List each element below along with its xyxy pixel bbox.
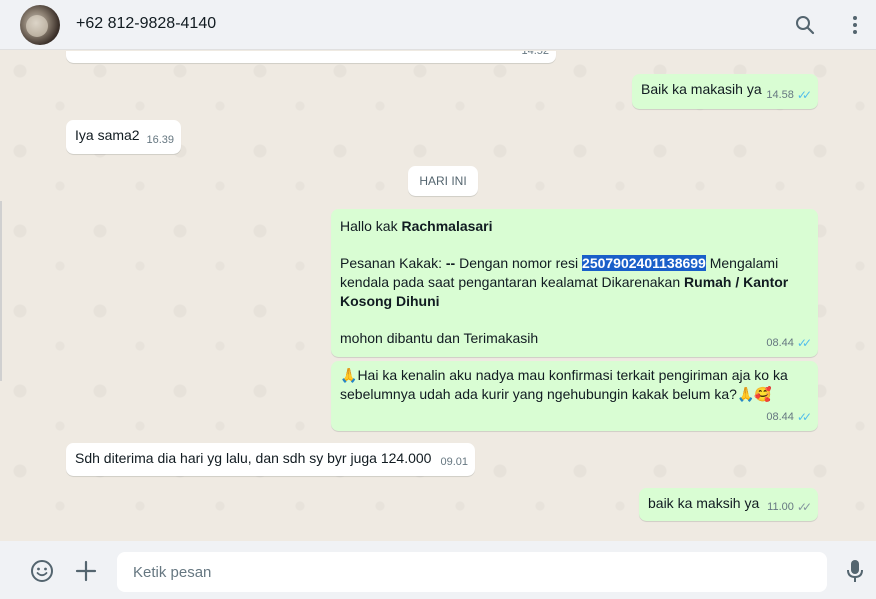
message-time: 08.44 xyxy=(766,411,794,423)
message-closing: mohon dibantu dan Terimakasih xyxy=(340,330,539,346)
message-text: Sdh diterima dia hari yg lalu, dan sdh s… xyxy=(75,450,432,466)
message-text: baik ka maksih ya xyxy=(648,495,760,511)
kebab-menu-icon[interactable] xyxy=(843,13,867,37)
message-time: 09.01 xyxy=(440,456,468,468)
message-time: 08.44 xyxy=(766,337,794,349)
search-icon[interactable] xyxy=(793,13,817,37)
message-time: 11.00 xyxy=(767,501,794,513)
message-outgoing[interactable]: Hallo kak Rachmalasari Pesanan Kakak: --… xyxy=(331,209,818,357)
message-outgoing[interactable]: baik ka maksih ya 11.00 ✓✓ xyxy=(639,488,818,521)
message-time: 14.52 xyxy=(521,51,549,57)
contact-avatar[interactable] xyxy=(20,5,60,45)
scroll-edge xyxy=(0,201,2,381)
plus-icon[interactable] xyxy=(74,559,98,583)
message-text: Hai ka kenalin aku nadya mau konfirmasi … xyxy=(340,367,788,402)
double-check-icon: ✓✓ xyxy=(796,410,812,424)
message-input[interactable] xyxy=(117,552,827,592)
message-incoming[interactable]: Iya sama2 16.39 xyxy=(66,120,181,154)
praying-hands-icon: 🙏 xyxy=(736,386,755,402)
customer-name: Rachmalasari xyxy=(401,218,493,234)
microphone-icon[interactable] xyxy=(843,559,867,583)
contact-name[interactable]: +62 812-9828-4140 xyxy=(76,15,216,33)
message-text: Iya sama2 xyxy=(75,127,140,143)
message-time: 16.39 xyxy=(146,134,174,146)
praying-hands-icon: 🙏 xyxy=(340,367,358,383)
double-check-icon: ✓✓ xyxy=(796,500,812,514)
smiling-hearts-icon: 🥰 xyxy=(754,386,772,402)
message-time: 14.58 xyxy=(766,89,794,101)
emoji-icon[interactable] xyxy=(30,559,54,583)
tracking-number[interactable]: 2507902401138699 xyxy=(582,255,706,271)
message-body: Pesanan Kakak: -- Dengan nomor resi 2507… xyxy=(340,255,789,309)
message-incoming[interactable]: Sdh diterima dia hari yg lalu, dan sdh s… xyxy=(66,443,475,476)
message-outgoing[interactable]: Baik ka makasih ya 14.58 ✓✓ xyxy=(632,74,818,109)
message-list[interactable]: 14.52 Baik ka makasih ya 14.58 ✓✓ Iya sa… xyxy=(0,51,876,541)
message-text: Baik ka makasih ya xyxy=(641,81,762,97)
message-text: Hallo kak Rachmalasari xyxy=(340,218,493,234)
double-check-icon: ✓✓ xyxy=(796,336,812,350)
message-incoming[interactable]: 14.52 xyxy=(66,51,556,63)
composer-bar xyxy=(0,541,876,599)
double-check-icon: ✓✓ xyxy=(796,88,812,102)
chat-header: +62 812-9828-4140 xyxy=(0,0,876,50)
message-outgoing[interactable]: 🙏Hai ka kenalin aku nadya mau konfirmasi… xyxy=(331,361,818,431)
date-divider: HARI INI xyxy=(408,166,478,196)
